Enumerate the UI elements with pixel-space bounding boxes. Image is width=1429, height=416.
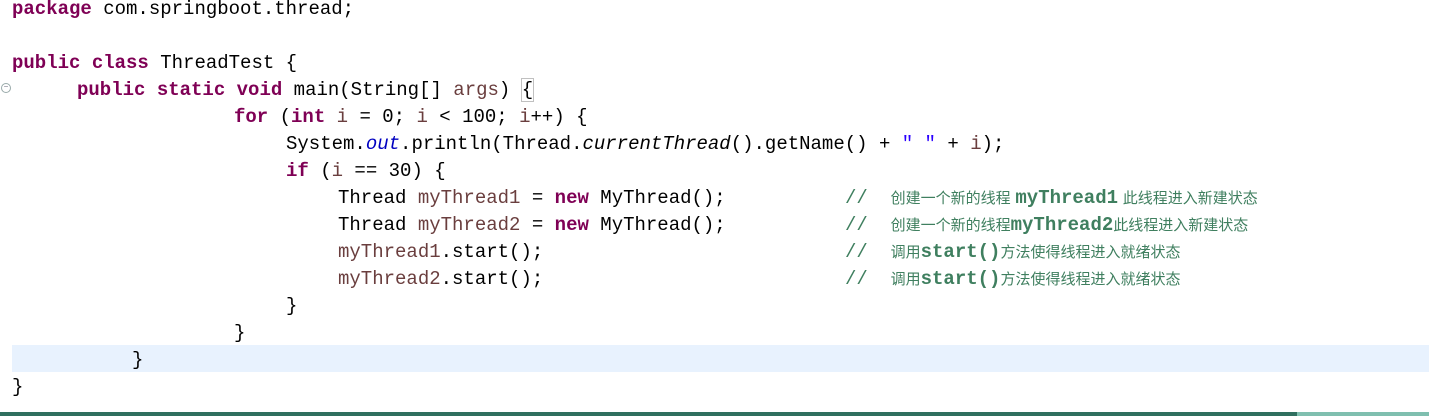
code-token: 方法使得线程进入就绪状态: [1000, 243, 1181, 261]
code-line: for (int i = 0; i < 100; i++) {: [234, 104, 588, 131]
code-token: =: [520, 214, 555, 236]
code-token: 创建一个新的线程: [890, 189, 1016, 207]
code-token: ().getName() +: [730, 133, 902, 155]
code-token: start(): [920, 268, 1001, 290]
code-line: }: [12, 374, 23, 401]
code-token: i: [331, 160, 344, 182]
code-token: Thread: [338, 187, 418, 209]
code-token: 调用: [890, 243, 921, 261]
code-token: (: [308, 160, 332, 182]
editor-bottom-border: [0, 412, 1429, 416]
code-token: start(): [920, 241, 1001, 263]
code-token: .println(Thread.: [400, 133, 583, 155]
code-comment: // 调用start()方法使得线程进入就绪状态: [845, 266, 1180, 293]
code-token: static: [156, 79, 226, 101]
code-editor[interactable]: − package com.springboot.thread; public c…: [0, 0, 1429, 412]
code-token: new: [554, 187, 589, 209]
code-token: myThread2: [417, 214, 521, 236]
code-token: == 30) {: [343, 160, 446, 182]
code-comment: // 创建一个新的线程myThread2此线程进入新建状态: [845, 212, 1248, 239]
code-token: out: [365, 133, 401, 155]
code-token: myThread1: [1015, 187, 1119, 209]
code-line: Thread myThread1 = new MyThread();: [338, 185, 726, 212]
code-token: for: [234, 106, 269, 128]
code-token: ++) {: [530, 106, 588, 128]
code-line: }: [286, 293, 297, 320]
code-token: {: [520, 78, 535, 102]
code-token: }: [132, 349, 144, 371]
code-line: System.out.println(Thread.currentThread(…: [286, 131, 1004, 158]
code-token: int: [291, 106, 326, 128]
code-token: void: [236, 79, 283, 101]
code-token: ): [498, 79, 522, 101]
code-line: if (i == 30) {: [286, 158, 446, 185]
code-line: }: [234, 320, 245, 347]
code-token: if: [286, 160, 309, 182]
code-token: //: [845, 187, 891, 209]
code-token: MyThread();: [588, 187, 726, 209]
code-token: );: [981, 133, 1005, 155]
code-token: 方法使得线程进入就绪状态: [1000, 270, 1181, 288]
code-line: myThread1.start();: [338, 239, 543, 266]
code-token: " ": [901, 133, 936, 155]
code-token: 调用: [890, 270, 921, 288]
collapse-icon[interactable]: −: [1, 83, 11, 93]
code-line: myThread2.start();: [338, 266, 543, 293]
code-token: =: [520, 187, 555, 209]
code-token: }: [234, 322, 246, 344]
code-token: i: [970, 133, 982, 155]
scrollbar-thumb[interactable]: [1297, 412, 1429, 416]
code-comment: // 调用start()方法使得线程进入就绪状态: [845, 239, 1180, 266]
code-token: myThread2: [338, 268, 441, 290]
code-token: myThread1: [417, 187, 521, 209]
code-token: public: [12, 52, 81, 74]
code-token: //: [845, 241, 891, 263]
code-token: 此线程进入新建状态: [1113, 216, 1249, 234]
code-token: System.: [286, 133, 366, 155]
code-token: com.springboot.thread;: [91, 0, 355, 20]
code-line: public class ThreadTest {: [12, 50, 297, 77]
code-token: main(String[]: [282, 79, 454, 101]
code-token: }: [286, 295, 298, 317]
code-line: }: [132, 347, 143, 374]
code-token: args: [453, 79, 499, 101]
code-token: < 100;: [427, 106, 520, 128]
code-token: myThread2: [1010, 214, 1114, 236]
code-token: MyThread();: [588, 214, 726, 236]
code-token: i: [336, 106, 349, 128]
code-token: package: [12, 0, 92, 20]
code-token: Thread: [338, 214, 418, 236]
code-token: .start();: [440, 241, 544, 263]
code-line: package com.springboot.thread;: [12, 0, 354, 23]
code-token: //: [845, 214, 891, 236]
code-token: myThread1: [338, 241, 441, 263]
code-token: 此线程进入新建状态: [1118, 189, 1258, 207]
code-token: new: [554, 214, 589, 236]
code-comment: // 创建一个新的线程 myThread1 此线程进入新建状态: [845, 185, 1258, 212]
code-token: currentThread: [582, 133, 731, 155]
code-token: //: [845, 268, 891, 290]
code-token: }: [12, 376, 24, 398]
code-token: (: [268, 106, 292, 128]
code-token: .start();: [440, 268, 544, 290]
code-token: +: [935, 133, 971, 155]
code-token: public: [77, 79, 146, 101]
code-line: Thread myThread2 = new MyThread();: [338, 212, 726, 239]
code-token: i: [416, 106, 428, 128]
code-token: class: [91, 52, 149, 74]
code-token: = 0;: [348, 106, 417, 128]
code-token: ThreadTest {: [148, 52, 298, 74]
code-token: i: [519, 106, 531, 128]
code-token: 创建一个新的线程: [890, 216, 1011, 234]
current-line-highlight: [12, 345, 1429, 372]
code-line: public static void main(String[] args) {: [77, 77, 535, 104]
